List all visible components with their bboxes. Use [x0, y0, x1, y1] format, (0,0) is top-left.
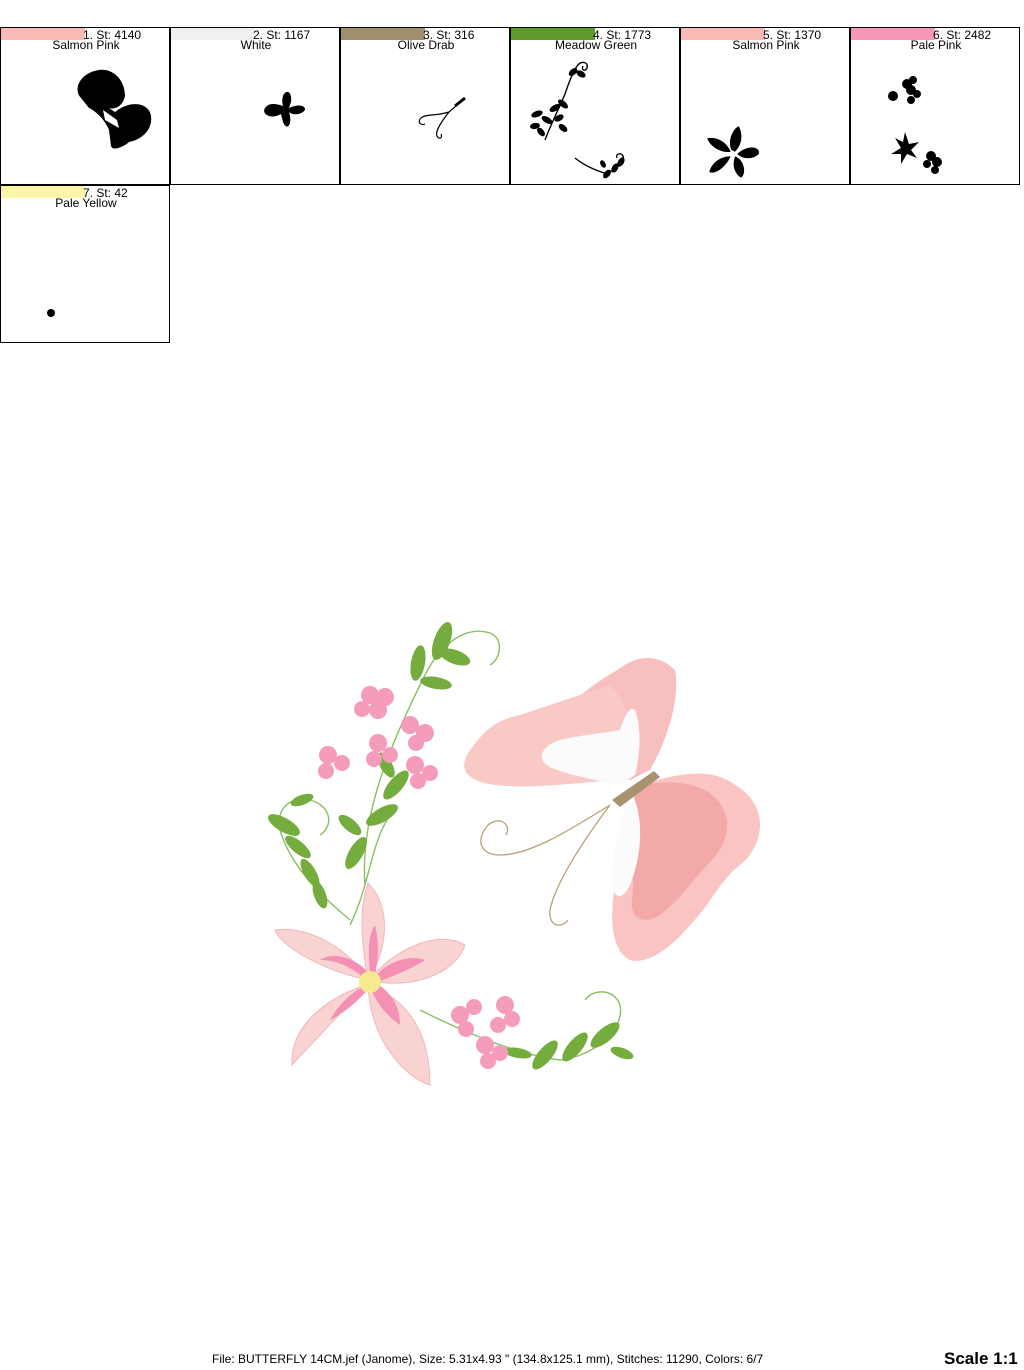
- color-block-3[interactable]: 3. St: 316 Olive Drab: [340, 27, 510, 185]
- color-block-4[interactable]: 4. St: 1773 Meadow Green: [510, 27, 680, 185]
- flower-petals-thumbnail: [706, 125, 760, 179]
- butterfly: [464, 658, 760, 961]
- butterfly-antennae: [480, 804, 611, 926]
- leaves-thumbnail: [530, 61, 625, 179]
- leaves: [268, 622, 634, 1070]
- color-block-1[interactable]: 1. St: 4140 Salmon Pink: [0, 27, 170, 185]
- butterfly-wings-thumbnail: [77, 69, 152, 149]
- stem-lines: [278, 630, 622, 1061]
- color-block-6[interactable]: 6. St: 2482 Pale Pink: [850, 27, 1020, 185]
- color-block-2[interactable]: 2. St: 1167 White: [170, 27, 340, 185]
- color-block-5[interactable]: 5. St: 1370 Salmon Pink: [680, 27, 850, 185]
- color-block-7[interactable]: 7. St: 42 Pale Yellow: [0, 185, 170, 343]
- antenna-thumbnail: [418, 96, 466, 139]
- lily-flower: [274, 882, 466, 1086]
- blossoms-thumbnail: [888, 76, 942, 174]
- butterfly-body-thumbnail: [264, 91, 306, 127]
- file-info: File: BUTTERFLY 14CM.jef (Janome), Size:…: [212, 1352, 764, 1366]
- flower-center-thumbnail: [47, 309, 55, 317]
- embroidery-design-preview: [268, 622, 760, 1086]
- scale-label: Scale 1:1: [944, 1349, 1018, 1368]
